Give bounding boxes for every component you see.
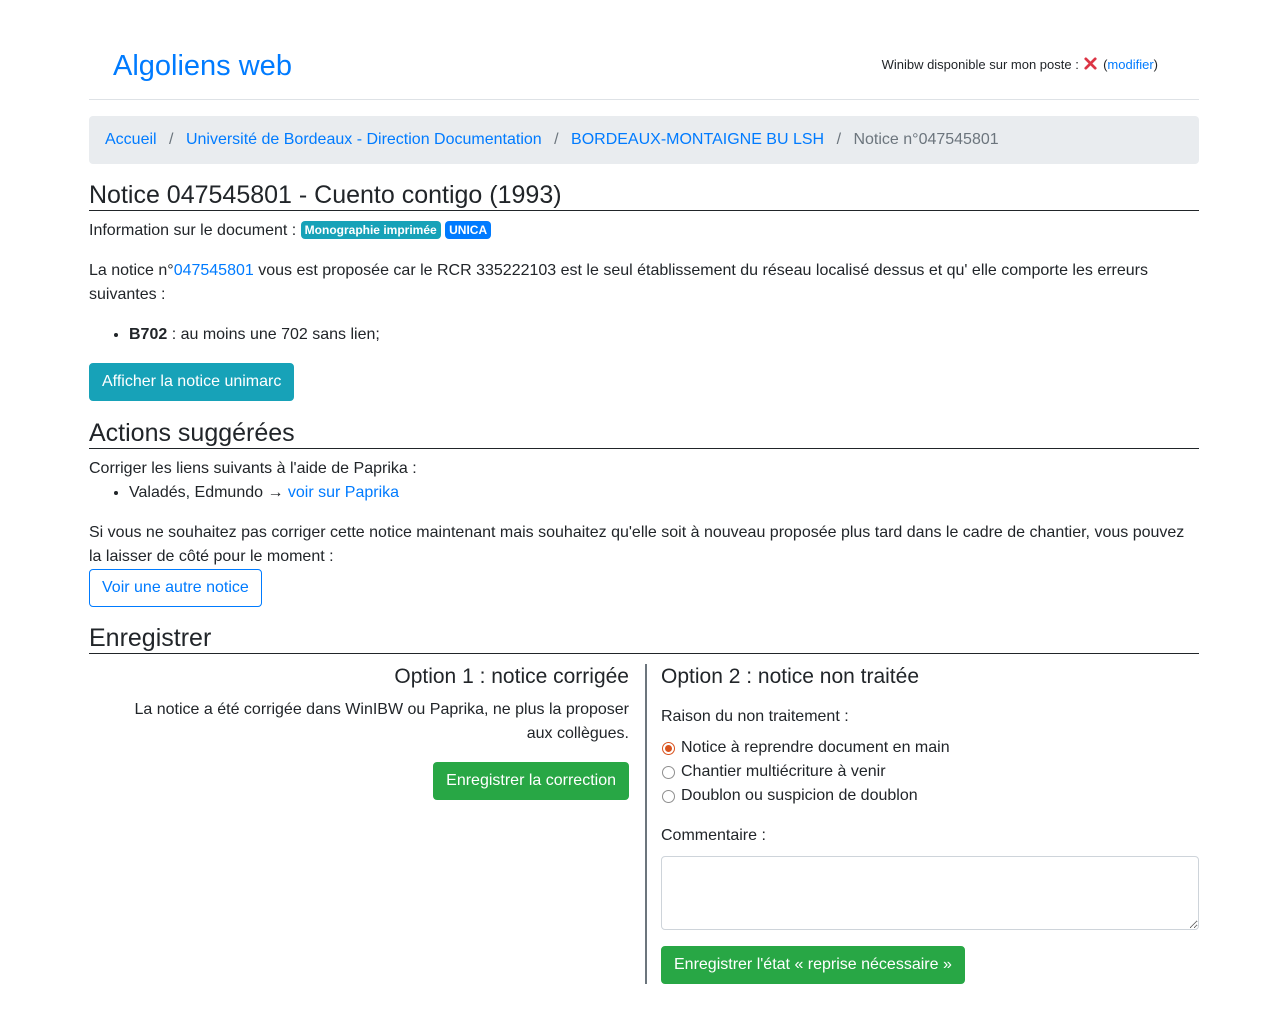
badge-document-type: Monographie imprimée [300, 221, 441, 239]
notice-description-prefix: La notice n° [89, 262, 174, 279]
reason-label-doublon: Doublon ou suspicion de doublon [681, 787, 918, 804]
save-correction-button[interactable]: Enregistrer la correction [433, 762, 629, 800]
show-unimarc-button[interactable]: Afficher la notice unimarc [89, 363, 295, 401]
badge-unica: UNICA [445, 221, 492, 239]
reason-label-reprise: Notice à reprendre document en main [681, 739, 950, 756]
save-title: Enregistrer [89, 623, 1199, 654]
winibw-modify-link[interactable]: modifier [1107, 57, 1153, 72]
reason-label-multiecriture: Chantier multiécriture à venir [681, 763, 886, 780]
option-divider [645, 664, 647, 984]
actions-intro: Corriger les liens suivants à l'aide de … [89, 460, 417, 477]
option2-title: Option 2 : notice non traitée [661, 665, 919, 688]
breadcrumb-home[interactable]: Accueil [105, 131, 157, 148]
reason-option-doublon[interactable]: Doublon ou suspicion de doublon [661, 784, 918, 808]
arrow: → [263, 484, 288, 501]
option1-title: Option 1 : notice corrigée [394, 665, 629, 688]
breadcrumb-separator: / [554, 131, 559, 148]
document-info-label: Information sur le document : [89, 222, 301, 239]
paprika-link[interactable]: voir sur Paprika [288, 484, 399, 501]
breadcrumb-current: Notice n°047545801 [853, 131, 999, 148]
radio-checked[interactable] [662, 741, 675, 755]
brand-link[interactable]: Algoliens web [113, 46, 292, 86]
option1-text: La notice a été corrigée dans WinIBW ou … [134, 701, 630, 742]
actions-title: Actions suggérées [89, 418, 1199, 449]
winibw-paren-close: ) [1153, 57, 1158, 72]
breadcrumb-university[interactable]: Université de Bordeaux - Direction Docum… [186, 131, 542, 148]
header: Algoliens web Winibw disponible sur mon … [89, 0, 1199, 100]
other-notice-button[interactable]: Voir une autre notice [89, 569, 262, 607]
page-container: Algoliens web Winibw disponible sur mon … [89, 0, 1199, 984]
notice-number-link[interactable]: 047545801 [174, 262, 254, 279]
breadcrumb-separator: / [169, 131, 174, 148]
list-item: B702 : au moins une 702 sans lien; [129, 323, 380, 347]
reason-option-multiecriture[interactable]: Chantier multiécriture à venir [661, 760, 886, 784]
breadcrumb-separator: / [836, 131, 842, 148]
save-state-button[interactable]: Enregistrer l'état « reprise nécessaire … [661, 946, 965, 984]
reason-option-reprise[interactable]: Notice à reprendre document en main [661, 736, 950, 760]
reason-label: Raison du non traitement : [661, 708, 849, 725]
error-code: B702 [129, 326, 168, 343]
cross-icon [1084, 57, 1098, 70]
error-text: : au moins une 702 sans lien; [167, 326, 380, 343]
paprika-link-list: Valadés, Edmundo → voir sur Paprika [89, 481, 399, 505]
document-info: Information sur le document : Monographi… [89, 219, 492, 243]
comment-textarea[interactable] [661, 856, 1199, 930]
radio-unchecked[interactable] [662, 765, 675, 779]
comment-label: Commentaire : [661, 827, 766, 844]
notice-description: La notice n°047545801 vous est proposée … [89, 259, 1199, 307]
winibw-label: Winibw disponible sur mon poste : [881, 57, 1083, 72]
skip-text: Si vous ne souhaitez pas corriger cette … [89, 524, 1185, 565]
error-list: B702 : au moins une 702 sans lien; [89, 323, 380, 347]
notice-title: Notice 047545801 - Cuento contigo (1993) [89, 180, 1199, 211]
winibw-status: Winibw disponible sur mon poste : (modif… [882, 55, 1158, 75]
breadcrumb: Accueil / Université de Bordeaux - Direc… [89, 116, 1199, 164]
breadcrumb-library[interactable]: BORDEAUX-MONTAIGNE BU LSH [571, 131, 824, 148]
list-item: Valadés, Edmundo → voir sur Paprika [129, 481, 399, 505]
author-name: Valadés, Edmundo [129, 484, 264, 501]
radio-unchecked[interactable] [662, 789, 675, 803]
